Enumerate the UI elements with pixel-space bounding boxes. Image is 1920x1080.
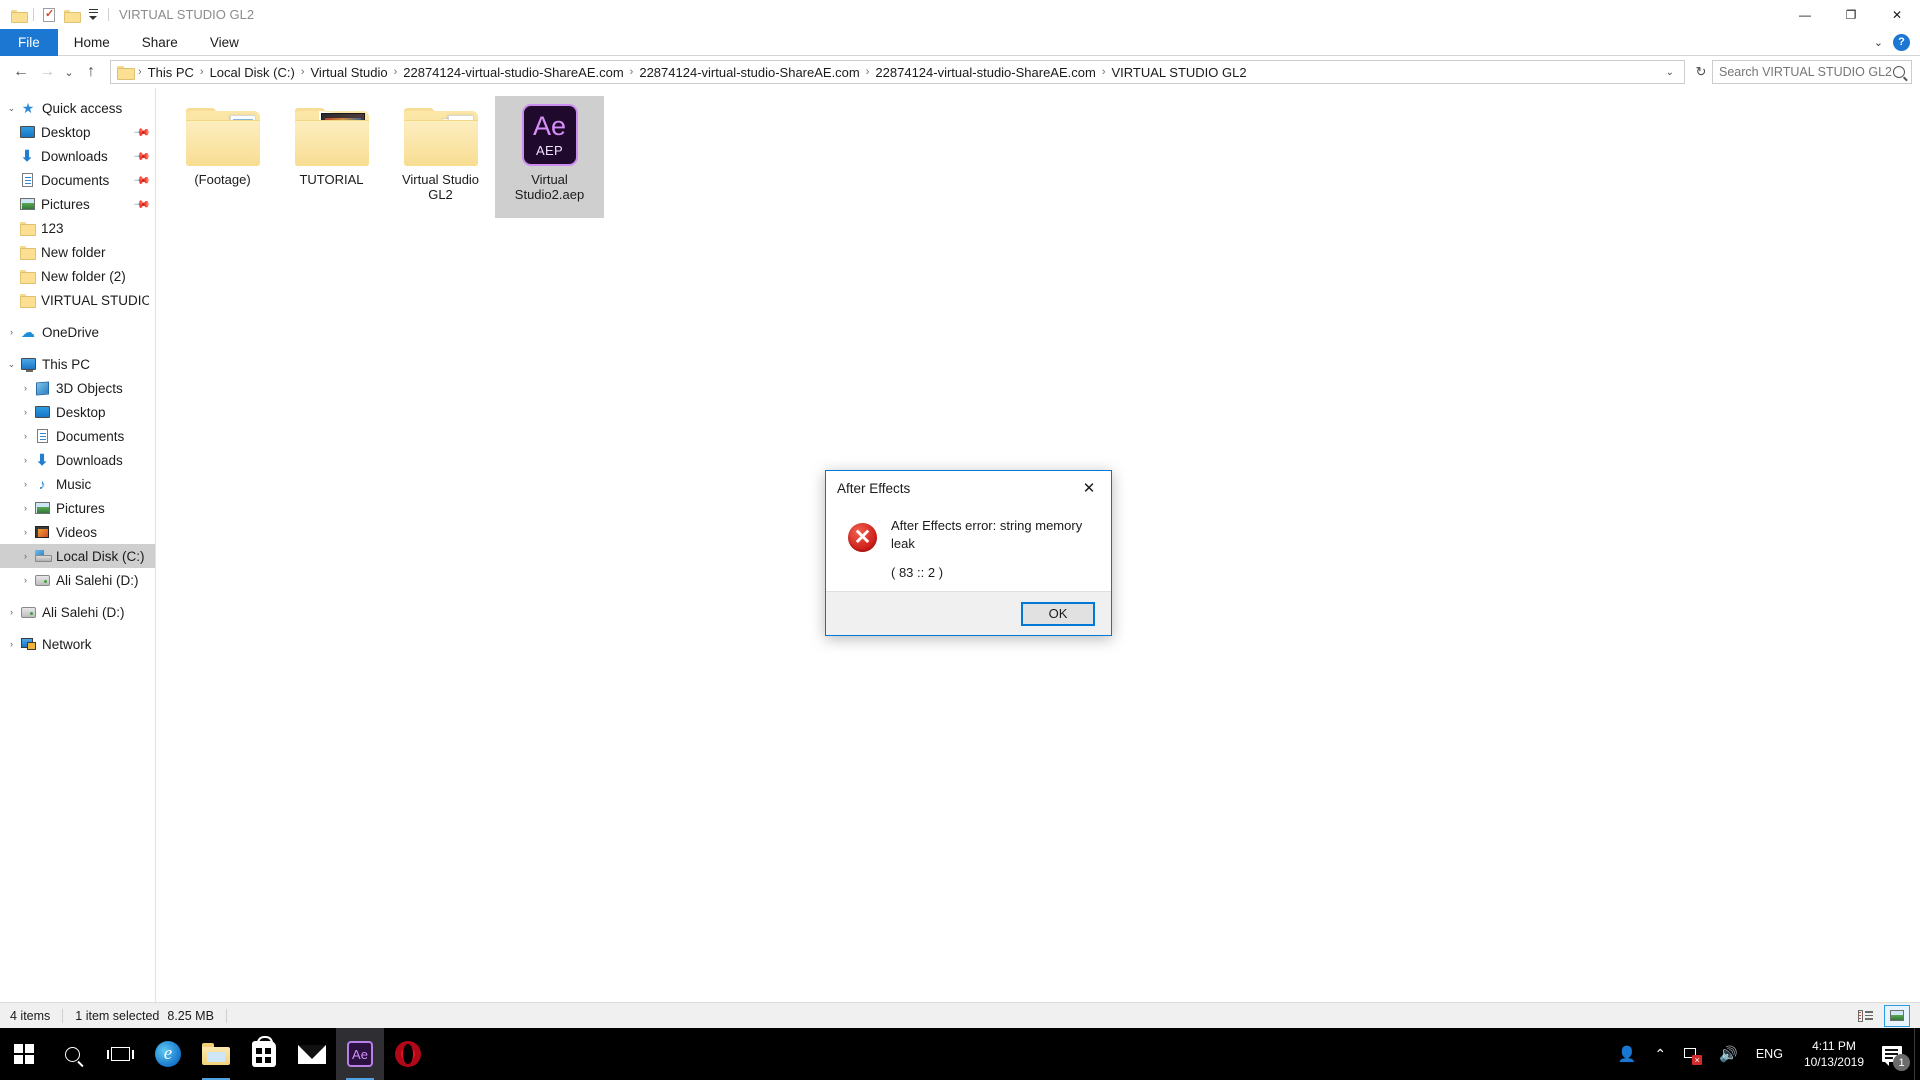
network-disconnected-icon: [1684, 1047, 1703, 1065]
store-button[interactable]: [240, 1028, 288, 1080]
opera-button[interactable]: [384, 1028, 432, 1080]
show-desktop-button[interactable]: [1914, 1028, 1920, 1080]
chevron-up-icon: ⌃: [1654, 1045, 1667, 1062]
mail-button[interactable]: [288, 1028, 336, 1080]
language-button[interactable]: ENG: [1747, 1028, 1792, 1080]
search-icon: [64, 1046, 80, 1062]
after-effects-icon: Ae: [347, 1041, 373, 1067]
file-explorer-button[interactable]: [192, 1028, 240, 1080]
volume-button[interactable]: 🔊: [1710, 1028, 1747, 1080]
windows-logo-icon: [13, 1043, 35, 1065]
clock-date: 10/13/2019: [1803, 1055, 1864, 1069]
people-icon: 👤: [1617, 1046, 1637, 1063]
taskbar: e Ae 👤 ⌃ 🔊 ENG 4:11 PM 10/13/2019: [0, 1028, 1920, 1080]
microsoft-store-icon: [252, 1036, 276, 1067]
people-button[interactable]: 👤: [1609, 1028, 1646, 1080]
clock[interactable]: 4:11 PM 10/13/2019: [1792, 1028, 1876, 1080]
file-explorer-icon: [202, 1043, 230, 1065]
modal-overlay: After Effects ✕ ✕ After Effects error: s…: [0, 0, 1920, 1080]
dialog-footer: OK: [826, 591, 1111, 635]
dialog-messages: After Effects error: string memory leak …: [891, 517, 1095, 591]
volume-icon: 🔊: [1719, 1046, 1738, 1063]
task-view-button[interactable]: [96, 1028, 144, 1080]
dialog-body: ✕ After Effects error: string memory lea…: [826, 505, 1111, 591]
network-button[interactable]: [1675, 1028, 1710, 1080]
taskbar-search-button[interactable]: [48, 1028, 96, 1080]
notification-count-badge: 1: [1893, 1054, 1910, 1071]
system-tray: 👤 ⌃ 🔊 ENG 4:11 PM 10/13/2019 1: [1609, 1028, 1920, 1080]
edge-button[interactable]: e: [144, 1028, 192, 1080]
dialog-title-bar: After Effects ✕: [826, 471, 1111, 505]
action-center-button[interactable]: 1: [1876, 1028, 1914, 1080]
clock-time: 4:11 PM: [1812, 1039, 1856, 1053]
dialog-title: After Effects: [837, 480, 911, 496]
after-effects-error-dialog: After Effects ✕ ✕ After Effects error: s…: [825, 470, 1112, 636]
after-effects-button[interactable]: Ae: [336, 1028, 384, 1080]
opera-icon: [395, 1041, 421, 1067]
start-button[interactable]: [0, 1028, 48, 1080]
dialog-message-primary: After Effects error: string memory leak: [891, 518, 1083, 551]
mail-icon: [298, 1044, 326, 1064]
error-x-icon: ✕: [848, 523, 877, 552]
language-label: ENG: [1755, 1047, 1783, 1061]
close-icon[interactable]: ✕: [1067, 472, 1111, 505]
dialog-message-code: ( 83 :: 2 ): [891, 565, 944, 580]
ok-button[interactable]: OK: [1021, 601, 1095, 626]
show-hidden-icons-button[interactable]: ⌃: [1645, 1028, 1675, 1080]
edge-icon: e: [155, 1041, 181, 1067]
task-view-icon: [106, 1047, 134, 1061]
